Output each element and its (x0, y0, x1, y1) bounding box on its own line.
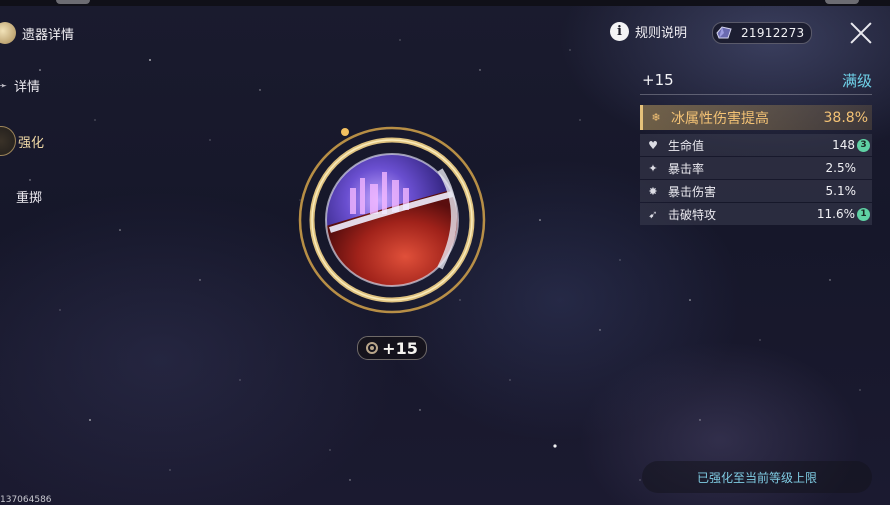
player-uid: 137064586 (0, 495, 52, 505)
nav-label-reroll: 重掷 (16, 190, 43, 206)
gem-icon (716, 26, 732, 39)
sub-stat-value: 5.1% (825, 184, 857, 198)
main-stat-row: ❄ 冰属性伤害提高 38.8% (640, 105, 872, 130)
max-level-notice: 已强化至当前等级上限 (642, 461, 872, 493)
sub-stat-name: 击破特攻 (668, 207, 717, 222)
relic-sphere-image (298, 126, 486, 314)
currency-display[interactable]: 21912273 (712, 22, 812, 44)
main-stat-value: 38.8% (823, 109, 868, 126)
sub-stat-value: 2.5% (825, 161, 857, 175)
relic-medal-icon (0, 126, 16, 156)
rules-label: 规则说明 (635, 26, 688, 41)
info-icon: i (610, 22, 629, 41)
relic-level-text: +15 (382, 338, 418, 358)
relic-emblem-icon (0, 22, 16, 44)
relic-level-badge: +15 (357, 336, 427, 360)
main-stat-name: 冰属性伤害提高 (671, 110, 769, 127)
nav-label-enhance: 强化 (18, 135, 45, 151)
currency-value: 21912273 (741, 26, 805, 40)
level-ring-icon (366, 342, 379, 354)
close-icon[interactable] (848, 20, 874, 46)
sub-stat-row: ✦ 暴击率 2.5% (640, 157, 872, 179)
stats-panel: +15 满级 ❄ 冰属性伤害提高 38.8% ♥ 生命值 148 3 ✦ 暴击率… (640, 66, 872, 225)
crit-dmg-icon: ✸ (648, 184, 658, 198)
nav-label-details: 详情 (14, 79, 41, 95)
arrow-icon: ➛ (0, 78, 8, 92)
heart-icon: ♥ (648, 138, 658, 152)
sub-stat-name: 暴击率 (668, 161, 705, 176)
break-icon: ➹ (648, 207, 658, 221)
current-level: +15 (642, 71, 674, 89)
rules-button[interactable]: i 规则说明 (610, 22, 687, 41)
sub-stat-name: 暴击伤害 (668, 184, 717, 199)
sub-stat-row: ➹ 击破特攻 11.6% 1 (640, 203, 872, 225)
nav-item-enhance[interactable]: 强化 (0, 126, 80, 156)
sub-stat-value: 11.6% (816, 207, 855, 221)
top-left-tab (56, 0, 90, 4)
sub-stat-value: 148 (832, 138, 855, 152)
sub-stat-row: ✸ 暴击伤害 5.1% (640, 180, 872, 202)
top-right-tab (825, 0, 859, 4)
nav-item-reroll[interactable]: 重掷 (0, 181, 80, 211)
page-title: 遗器详情 (22, 27, 75, 43)
nav-item-details[interactable]: ➛ 详情 (0, 70, 80, 100)
stats-header: +15 满级 (640, 66, 872, 95)
page-header: 遗器详情 (0, 18, 74, 48)
sub-stat-row: ♥ 生命值 148 3 (640, 134, 872, 156)
upgrade-count-badge: 3 (857, 138, 870, 152)
crit-rate-icon: ✦ (648, 161, 658, 175)
ice-icon: ❄ (651, 111, 661, 124)
top-edge-bar (0, 0, 890, 6)
sub-stat-name: 生命值 (668, 138, 705, 153)
notice-text: 已强化至当前等级上限 (696, 470, 817, 485)
max-level-label: 满级 (841, 71, 872, 90)
upgrade-count-badge: 1 (857, 207, 870, 221)
